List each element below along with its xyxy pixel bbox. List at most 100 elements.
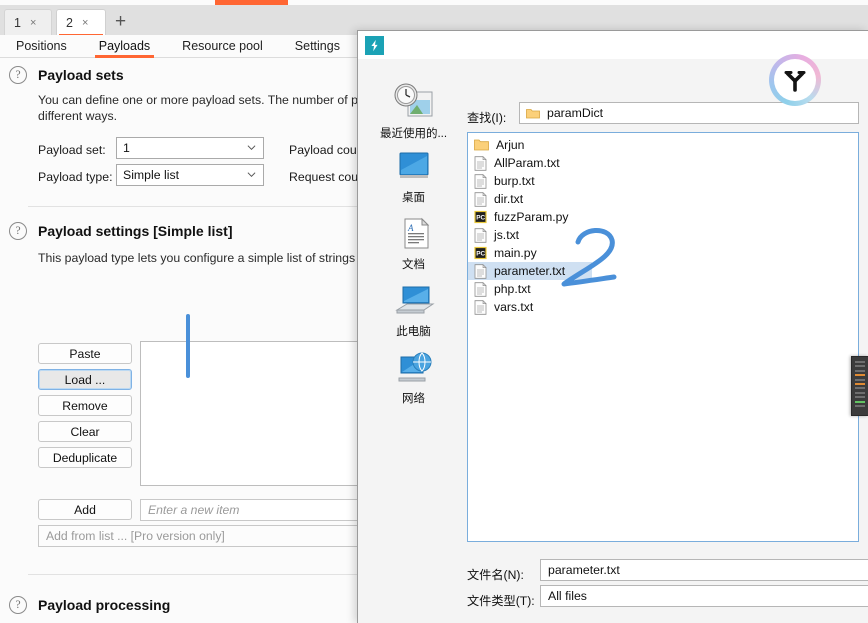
- text-file-icon: [474, 191, 487, 207]
- file-list[interactable]: Arjun AllParam.txt burp.txt dir.txt PC f…: [467, 132, 859, 542]
- payload-count-label: Payload cou: [289, 143, 357, 157]
- remove-button[interactable]: Remove: [38, 395, 132, 416]
- shortcut-this-pc-label: 此电脑: [396, 326, 431, 338]
- new-tab-button[interactable]: +: [115, 12, 126, 31]
- text-file-icon: [474, 155, 487, 171]
- text-file-icon: [474, 227, 487, 243]
- recent-items-icon: [394, 83, 432, 117]
- svg-text:PC: PC: [476, 214, 485, 221]
- shortcut-network-label: 网络: [402, 393, 425, 405]
- shortcut-this-pc[interactable]: 此电脑: [376, 284, 451, 339]
- file-row-vars[interactable]: vars.txt: [468, 298, 858, 316]
- paste-button[interactable]: Paste: [38, 343, 132, 364]
- shortcut-desktop[interactable]: 桌面: [376, 150, 451, 205]
- documents-icon: A: [404, 217, 429, 249]
- file-row-js[interactable]: js.txt: [468, 226, 858, 244]
- shortcut-recent-items[interactable]: 最近使用的...: [376, 82, 451, 141]
- minimap-line: [855, 365, 865, 368]
- minimap-line: [855, 404, 865, 407]
- payload-type-label: Payload type:: [38, 170, 113, 184]
- intruder-tab-1[interactable]: 1 ×: [4, 9, 52, 35]
- minimap-line: [855, 396, 865, 399]
- load-button[interactable]: Load ...: [38, 369, 132, 390]
- look-in-select[interactable]: paramDict: [519, 102, 859, 124]
- network-icon: [398, 352, 431, 382]
- folder-icon: [526, 108, 540, 118]
- new-item-input[interactable]: Enter a new item: [140, 499, 365, 521]
- python-file-icon: PC: [474, 210, 487, 223]
- file-name-label: 文件名(N):: [467, 568, 524, 582]
- payload-processing-title: Payload processing: [38, 597, 171, 613]
- payload-sets-help-icon[interactable]: ?: [9, 66, 27, 84]
- editor-minimap-strip[interactable]: [851, 356, 868, 416]
- text-file-icon: [474, 281, 487, 297]
- section-divider-2: [28, 574, 358, 575]
- file-row-fuzzparam[interactable]: PC fuzzParam.py: [468, 208, 858, 226]
- add-from-list-input: Add from list ... [Pro version only]: [38, 525, 365, 547]
- shortcut-documents[interactable]: A 文档: [376, 217, 451, 272]
- svg-text:A: A: [407, 223, 414, 233]
- add-payload-button[interactable]: Add: [38, 499, 132, 520]
- minimap-line: [855, 378, 865, 381]
- brand-logo-inner: [774, 59, 816, 101]
- svg-text:PC: PC: [476, 250, 485, 257]
- tab-settings[interactable]: Settings: [279, 35, 356, 58]
- text-file-icon: [474, 299, 487, 315]
- payload-sets-title: Payload sets: [38, 67, 124, 83]
- tab-positions[interactable]: Positions: [0, 35, 83, 58]
- payload-processing-help-icon[interactable]: ?: [9, 596, 27, 614]
- burp-lightning-icon: [365, 36, 384, 55]
- file-row-arjun[interactable]: Arjun: [468, 136, 858, 154]
- file-name: parameter.txt: [494, 264, 566, 278]
- file-name: main.py: [494, 246, 537, 260]
- this-pc-icon: [394, 286, 435, 314]
- chevron-down-icon: [247, 172, 256, 178]
- payload-sets-description-line1: You can define one or more payload sets.…: [38, 93, 371, 107]
- file-name: Arjun: [496, 138, 525, 152]
- intruder-tab-1-close-icon[interactable]: ×: [30, 17, 36, 29]
- y-logo-icon: [784, 71, 806, 92]
- dialog-shortcut-sidebar: 最近使用的... 桌面 A 文档 此电脑 网络: [376, 82, 451, 422]
- lightning-glyph: [371, 39, 378, 52]
- payload-set-select[interactable]: 1: [116, 137, 264, 159]
- file-name: js.txt: [494, 228, 520, 242]
- payload-set-label: Payload set:: [38, 143, 106, 157]
- minimap-line: [855, 361, 865, 363]
- payload-type-select[interactable]: Simple list: [116, 164, 264, 186]
- shortcut-recent-items-label: 最近使用的...: [379, 128, 448, 140]
- payload-list[interactable]: [140, 341, 365, 486]
- file-type-select[interactable]: All files: [540, 585, 868, 607]
- desktop-icon: [399, 152, 428, 178]
- payload-type-value: Simple list: [123, 168, 180, 182]
- payload-settings-title: Payload settings [Simple list]: [38, 223, 233, 239]
- file-row-burp[interactable]: burp.txt: [468, 172, 858, 190]
- payload-settings-help-icon[interactable]: ?: [9, 222, 27, 240]
- annotation-vertical-stroke: [186, 314, 190, 378]
- shortcut-network[interactable]: 网络: [376, 351, 451, 406]
- file-row-main[interactable]: PC main.py: [468, 244, 858, 262]
- intruder-tab-2[interactable]: 2 ×: [56, 9, 106, 36]
- file-row-allparam[interactable]: AllParam.txt: [468, 154, 858, 172]
- load-file-dialog: 最近使用的... 桌面 A 文档 此电脑 网络 查找(I): paramDict…: [357, 30, 868, 623]
- folder-icon: [474, 139, 489, 151]
- screenshot-root: 1 × 2 × + Positions Payloads Resource po…: [0, 0, 868, 623]
- file-name-input[interactable]: parameter.txt: [540, 559, 868, 581]
- file-row-dir[interactable]: dir.txt: [468, 190, 858, 208]
- python-file-icon: PC: [474, 246, 487, 259]
- intruder-tab-1-label: 1: [14, 15, 21, 30]
- deduplicate-button[interactable]: Deduplicate: [38, 447, 132, 468]
- file-row-php[interactable]: php.txt: [468, 280, 858, 298]
- tab-payloads[interactable]: Payloads: [83, 35, 166, 58]
- request-count-label: Request cou: [289, 170, 359, 184]
- file-name: php.txt: [494, 282, 531, 296]
- minimap-line: [855, 387, 865, 390]
- intruder-tab-2-close-icon[interactable]: ×: [82, 17, 88, 29]
- shortcut-documents-label: 文档: [402, 259, 425, 271]
- clear-button[interactable]: Clear: [38, 421, 132, 442]
- file-name: burp.txt: [494, 174, 535, 188]
- tab-resource-pool[interactable]: Resource pool: [166, 35, 279, 58]
- file-name: dir.txt: [494, 192, 524, 206]
- minimap-line: [855, 391, 865, 394]
- intruder-tab-2-label: 2: [66, 15, 73, 30]
- minimap-line-success: [855, 400, 865, 403]
